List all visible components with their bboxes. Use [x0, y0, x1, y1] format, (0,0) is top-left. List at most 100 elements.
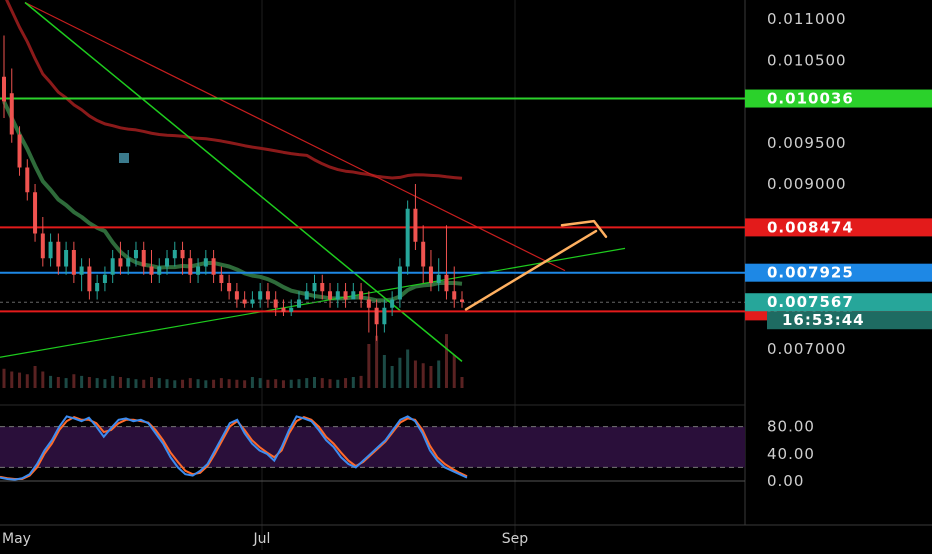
candle-body [351, 291, 356, 300]
stoch-tick-label: 0.00 [767, 472, 804, 490]
candle-body [304, 291, 309, 300]
volume-bar [382, 355, 386, 388]
candle-body [64, 250, 69, 267]
time-tick-label: Sep [502, 531, 529, 547]
time-tick-label: Jul [253, 531, 271, 547]
candle-body [172, 250, 177, 259]
price-tick-label: 0.011000 [767, 10, 847, 28]
volume-bar [56, 377, 60, 388]
volume-bar [243, 380, 247, 388]
price-tick-label: 0.007000 [767, 340, 847, 358]
candle-body [281, 307, 286, 312]
level-resistance-high-label: 0.010036 [767, 90, 854, 108]
volume-bar [258, 378, 262, 388]
candle-body [397, 266, 402, 300]
candle-body [460, 299, 464, 302]
candle-body [188, 258, 193, 275]
candle-body [180, 250, 185, 259]
countdown-label: 16:53:44 [782, 311, 865, 329]
candle-body [33, 192, 38, 234]
volume-bar [149, 377, 153, 388]
candle-body [40, 233, 45, 259]
candle-body [227, 283, 232, 292]
stoch-tick-label: 80.00 [767, 418, 815, 436]
time-tick-label: May [2, 531, 31, 547]
volume-bar [421, 363, 425, 388]
candle-body [320, 283, 325, 292]
volume-bar [367, 344, 371, 388]
volume-bar [398, 357, 402, 388]
volume-bar [173, 380, 177, 388]
volume-bar [359, 375, 363, 388]
volume-bar [328, 379, 332, 388]
level-resistance-mid-label: 0.008474 [767, 218, 854, 236]
volume-bar [460, 377, 464, 388]
volume-bar [18, 372, 22, 388]
candle-body [87, 266, 92, 292]
volume-bar [281, 380, 285, 388]
price-tick-label: 0.010500 [767, 51, 847, 69]
volume-bar [289, 379, 293, 388]
candle-body [382, 307, 387, 325]
candle-body [436, 274, 441, 283]
stoch-band [0, 426, 745, 468]
candle-body [343, 291, 348, 300]
candle-body [452, 291, 457, 300]
candle-body [196, 266, 201, 275]
volume-bar [406, 349, 410, 388]
candle-body [374, 307, 379, 325]
price-tick-label: 0.009500 [767, 134, 847, 152]
candle-body [219, 274, 224, 283]
candle-body [95, 283, 100, 292]
stoch-tick-label: 40.00 [767, 445, 815, 463]
volume-bar [33, 366, 37, 388]
volume-bar [320, 378, 324, 388]
candle-body [9, 93, 14, 135]
candle-body [258, 291, 263, 300]
volume-bar [10, 371, 14, 388]
volume-bar [188, 378, 192, 388]
volume-bar [95, 378, 99, 388]
chart-canvas[interactable]: 0.011000 0.010500 0.009500 0.009000 0.007000… [0, 0, 932, 550]
candle-body [149, 266, 154, 275]
candle-body [413, 208, 418, 242]
volume-bar [196, 379, 200, 388]
volume-bar [41, 371, 45, 388]
volume-bar [444, 334, 448, 388]
candle-body [421, 241, 426, 267]
candle-body [428, 266, 433, 283]
candle-body [242, 299, 247, 304]
volume-bar [336, 379, 340, 388]
candle-body [165, 258, 170, 267]
candle-body [157, 266, 162, 275]
volume-bar [212, 379, 216, 388]
volume-bar [118, 377, 122, 388]
candle-body [444, 274, 449, 292]
candle-body [296, 299, 301, 308]
price-tick-label: 0.009000 [767, 175, 847, 193]
volume-bar [437, 360, 441, 388]
volume-bar [351, 377, 355, 388]
volume-bar [274, 379, 278, 388]
candle-body [2, 76, 6, 102]
candle-body [17, 134, 22, 168]
candle-body [366, 299, 371, 308]
candle-body [126, 258, 131, 267]
candle-body [79, 266, 84, 275]
last-price-label: 0.007567 [767, 293, 854, 311]
candle-body [405, 208, 410, 267]
candle-body [133, 250, 138, 259]
volume-bar [344, 378, 348, 388]
ma-handle-marker [119, 153, 129, 163]
volume-bar [103, 379, 107, 388]
trading-chart[interactable]: 0.011000 0.010500 0.009500 0.009000 0.007000… [0, 0, 932, 550]
volume-bar [72, 374, 76, 388]
candle-body [71, 250, 76, 275]
level-support-blue-label: 0.007925 [767, 264, 854, 282]
candle-body [273, 299, 278, 308]
volume-bar [219, 378, 223, 388]
volume-bar [111, 375, 115, 388]
candle-body [289, 307, 294, 312]
volume-bar [297, 379, 301, 388]
candle-body [359, 291, 364, 300]
